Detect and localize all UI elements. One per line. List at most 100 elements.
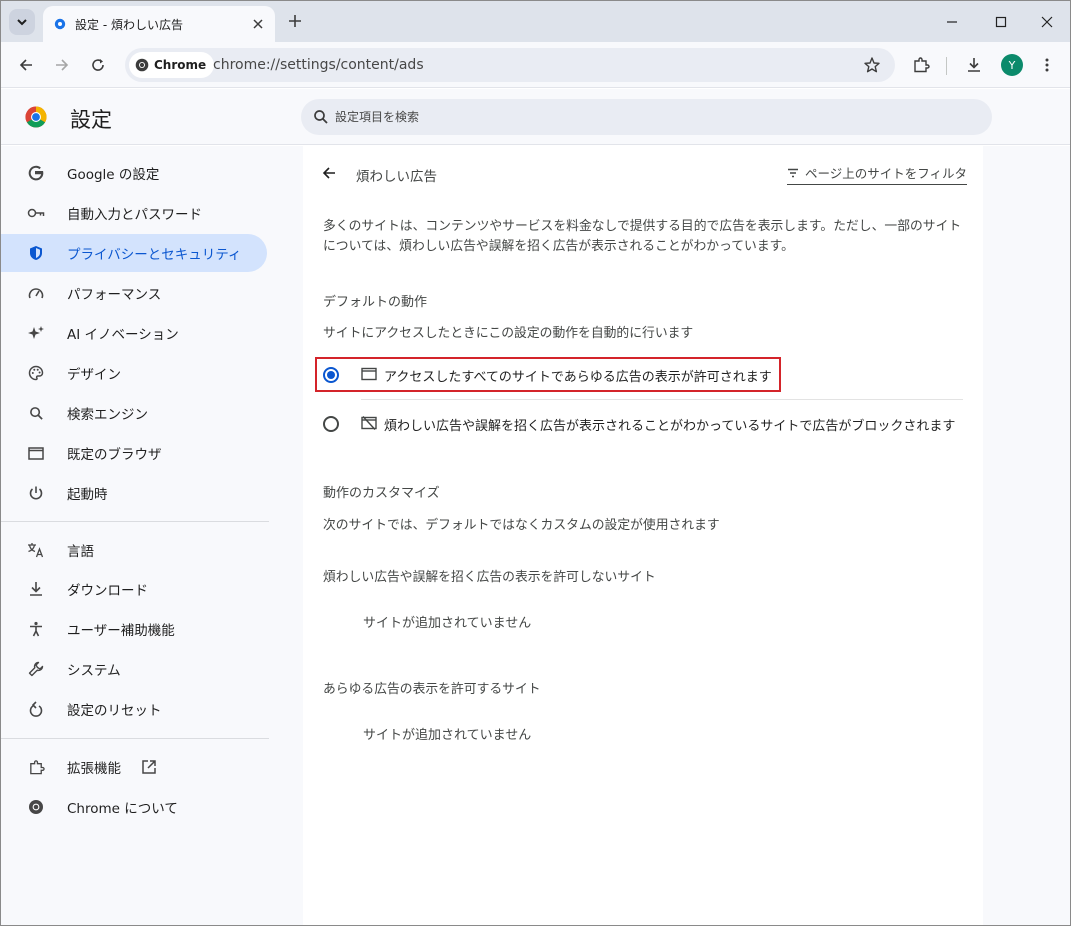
puzzle-icon: [27, 758, 45, 776]
power-icon: [27, 484, 45, 502]
window-close-button[interactable]: [1036, 11, 1058, 33]
minimize-button[interactable]: [941, 11, 963, 33]
option-divider: [361, 399, 963, 400]
tab-strip: 設定 - 煩わしい広告: [1, 1, 1070, 42]
menu-button[interactable]: [1036, 54, 1058, 76]
translate-icon: [27, 541, 45, 559]
default-behavior-heading: デフォルトの動作: [323, 295, 428, 310]
forward-button[interactable]: [51, 54, 73, 76]
sidebar-item-accessibility[interactable]: ユーザー補助機能: [1, 610, 267, 648]
close-icon[interactable]: [251, 17, 265, 31]
sidebar-item-ai[interactable]: AI イノベーション: [1, 314, 267, 352]
sidebar-item-default-browser[interactable]: 既定のブラウザ: [1, 434, 267, 472]
open-in-new-icon: [142, 760, 156, 774]
sidebar-item-label: ユーザー補助機能: [67, 623, 175, 639]
settings-body: Google の設定 自動入力とパスワード プライバシーとセキュリティ パフォー…: [1, 146, 1070, 925]
toolbar-separator: [946, 57, 947, 75]
subpage-title: 煩わしい広告: [356, 169, 437, 185]
star-icon[interactable]: [863, 56, 881, 74]
blocked-sites-heading: 煩わしい広告や誤解を招く広告の表示を許可しないサイト: [323, 570, 656, 585]
ads-blocked-icon: [361, 416, 377, 430]
sidebar-item-search-engine[interactable]: 検索エンジン: [1, 394, 267, 432]
ads-description: 多くのサイトは、コンテンツやサービスを料金なしで提供する目的で広告を表示します。…: [323, 219, 962, 254]
sidebar-item-system[interactable]: システム: [1, 650, 267, 688]
page-title: 設定: [70, 108, 112, 132]
radio-option-block[interactable]: 煩わしい広告や誤解を招く広告が表示されることがわかっているサイトで広告がブロック…: [323, 406, 963, 442]
arrow-right-icon: [56, 59, 69, 71]
toolbar: Chrome chrome://settings/content/ads Y: [1, 42, 1070, 88]
sidebar-item-autofill[interactable]: 自動入力とパスワード: [1, 194, 267, 232]
sidebar-item-label: プライバシーとセキュリティ: [67, 247, 242, 263]
gear-icon: [54, 18, 66, 30]
allowed-sites-empty: サイトが追加されていません: [363, 728, 532, 743]
browser-window-icon: [27, 444, 45, 462]
key-icon: [27, 204, 45, 222]
filter-sites-button[interactable]: ページ上のサイトをフィルタ: [787, 163, 968, 185]
tab-search-button[interactable]: [9, 9, 35, 35]
search-icon: [314, 110, 328, 124]
back-button[interactable]: [15, 54, 37, 76]
reload-button[interactable]: [87, 54, 109, 76]
sidebar-item-label: システム: [67, 663, 121, 679]
accessibility-icon: [27, 620, 45, 638]
profile-avatar[interactable]: Y: [1001, 54, 1023, 76]
address-bar[interactable]: Chrome chrome://settings/content/ads: [125, 48, 895, 82]
chevron-down-icon: [17, 19, 27, 26]
search-input[interactable]: [335, 99, 975, 135]
tab-title: 設定 - 煩わしい広告: [75, 17, 183, 32]
sidebar-item-label: Google の設定: [67, 167, 160, 183]
sidebar-item-label: Chrome について: [67, 801, 178, 817]
tab-settings[interactable]: 設定 - 煩わしい広告: [43, 6, 275, 42]
close-icon: [1041, 16, 1053, 28]
url-text[interactable]: chrome://settings/content/ads: [213, 57, 424, 73]
chrome-logo-icon: [27, 798, 45, 816]
sidebar-divider: [1, 521, 269, 522]
plus-icon: [289, 15, 301, 27]
settings-search-box[interactable]: [301, 99, 992, 135]
shield-icon: [27, 244, 45, 262]
sidebar-item-performance[interactable]: パフォーマンス: [1, 274, 267, 312]
download-icon: [968, 58, 980, 72]
speedometer-icon: [27, 284, 45, 302]
reload-icon: [92, 59, 104, 71]
browser-window: 設定 - 煩わしい広告 Chrome chrome://settings/con…: [0, 0, 1071, 926]
customized-behaviors-heading: 動作のカスタマイズ: [323, 486, 440, 501]
sidebar-item-downloads[interactable]: ダウンロード: [1, 570, 267, 608]
ads-settings-card: 煩わしい広告 ページ上のサイトをフィルタ 多くのサイトは、コンテンツやサービスを…: [303, 146, 983, 925]
sidebar-item-label: AI イノベーション: [67, 327, 179, 343]
extensions-button[interactable]: [910, 54, 932, 76]
sidebar-item-label: 検索エンジン: [67, 407, 148, 423]
chrome-logo-icon: [25, 106, 47, 128]
allowed-sites-heading: あらゆる広告の表示を許可するサイト: [323, 682, 541, 697]
highlight-box: [315, 357, 781, 392]
maximize-button[interactable]: [990, 11, 1012, 33]
sidebar-item-reset[interactable]: 設定のリセット: [1, 690, 267, 728]
customized-behaviors-subtitle: 次のサイトでは、デフォルトではなくカスタムの設定が使用されます: [323, 518, 720, 533]
sidebar-item-languages[interactable]: 言語: [1, 531, 267, 569]
sidebar-item-appearance[interactable]: デザイン: [1, 354, 267, 392]
palette-icon: [27, 364, 45, 382]
sidebar-item-google[interactable]: Google の設定: [1, 154, 267, 192]
downloads-button[interactable]: [963, 54, 985, 76]
sidebar-item-label: パフォーマンス: [67, 287, 162, 303]
sidebar-item-label: 設定のリセット: [67, 703, 162, 719]
sidebar-item-label: 起動時: [67, 487, 108, 503]
sidebar-item-label: デザイン: [67, 367, 121, 383]
sidebar-item-about-chrome[interactable]: Chrome について: [1, 788, 267, 826]
maximize-icon: [995, 16, 1007, 28]
site-info-chip[interactable]: Chrome: [129, 52, 215, 78]
sidebar-item-on-startup[interactable]: 起動時: [1, 474, 267, 512]
sidebar-item-label: ダウンロード: [67, 583, 148, 599]
back-arrow-icon[interactable]: [321, 165, 337, 181]
chip-label: Chrome: [154, 58, 207, 72]
sidebar-item-label: 既定のブラウザ: [67, 447, 162, 463]
sidebar-item-privacy[interactable]: プライバシーとセキュリティ: [1, 234, 267, 272]
filter-icon: [788, 168, 798, 177]
radio-button-block[interactable]: [323, 416, 339, 432]
wrench-icon: [27, 660, 45, 678]
reset-icon: [27, 700, 45, 718]
new-tab-button[interactable]: [286, 12, 304, 30]
sidebar-divider: [1, 738, 269, 739]
sidebar-item-extensions[interactable]: 拡張機能: [1, 748, 267, 786]
sidebar: Google の設定 自動入力とパスワード プライバシーとセキュリティ パフォー…: [1, 146, 281, 925]
